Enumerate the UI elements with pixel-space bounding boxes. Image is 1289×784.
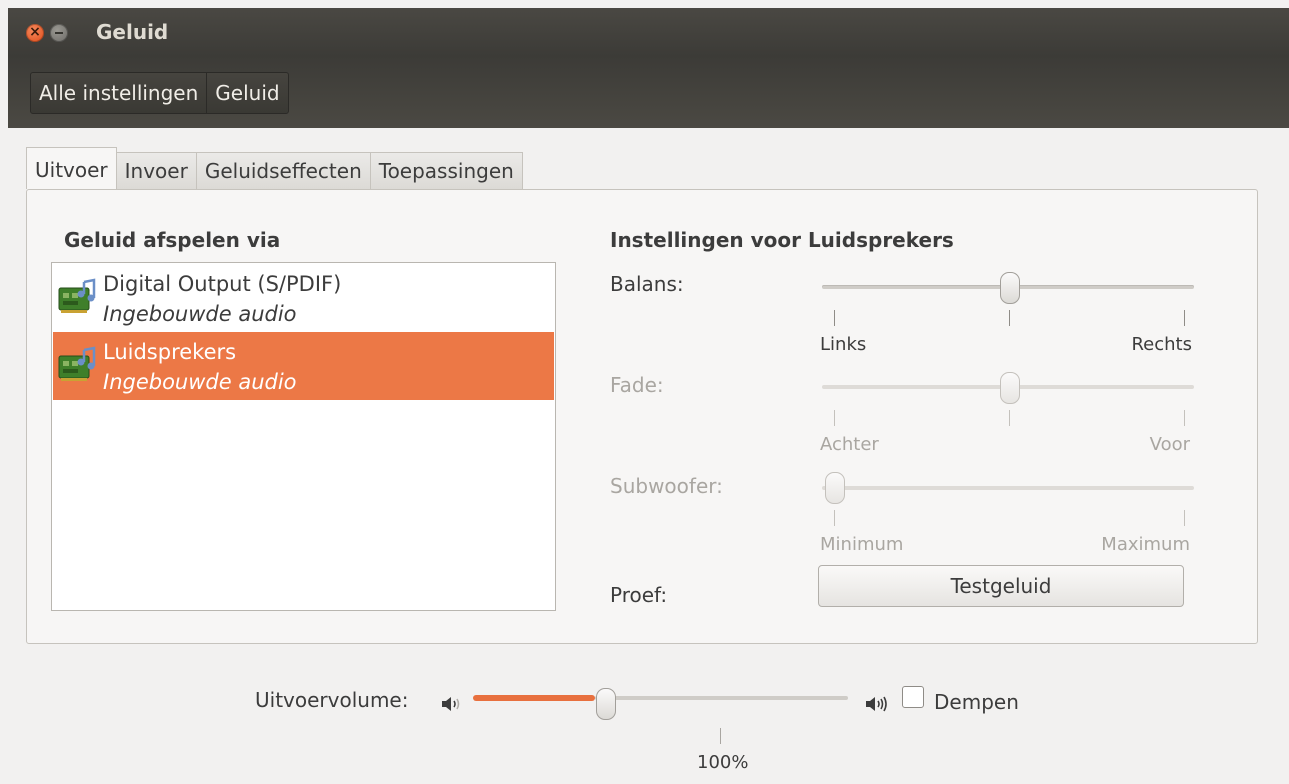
tab-sound-effects[interactable]: Geluidseffecten (195, 152, 371, 189)
device-subtitle: Ingebouwde audio (103, 302, 297, 326)
volume-value-label: 100% (697, 752, 749, 773)
subwoofer-tick-min (834, 510, 835, 526)
fade-tick-center (1009, 410, 1010, 426)
volume-slider-track[interactable] (595, 696, 848, 700)
mute-label[interactable]: Dempen (934, 690, 1019, 714)
fade-tick-min (834, 410, 835, 426)
crumb-sound[interactable]: Geluid (206, 73, 287, 113)
sound-card-icon (58, 278, 96, 313)
toolbar: Alle instellingen Geluid (8, 56, 1289, 128)
balance-min-label: Links (820, 334, 867, 355)
volume-label: Uitvoervolume: (255, 688, 409, 712)
subwoofer-label: Subwoofer: (610, 474, 723, 498)
fade-tick-max (1184, 410, 1185, 426)
fade-min-label: Achter (820, 434, 879, 455)
device-item-speakers[interactable]: Luidsprekers Ingebouwde audio (53, 332, 554, 400)
tab-applications[interactable]: Toepassingen (369, 152, 523, 189)
tab-input[interactable]: Invoer (115, 152, 197, 189)
subwoofer-slider-track (822, 486, 1194, 490)
volume-slider-handle[interactable] (595, 688, 616, 720)
title-bar[interactable]: Geluid (8, 8, 1289, 56)
test-sound-button[interactable]: Testgeluid (818, 565, 1184, 607)
window-title: Geluid (96, 20, 169, 44)
device-name: Digital Output (S/PDIF) (103, 272, 342, 296)
test-label: Proef: (610, 583, 668, 607)
fade-max-label: Voor (1149, 434, 1190, 455)
minimize-window-button[interactable] (50, 24, 68, 42)
balance-tick-min (834, 310, 835, 326)
subwoofer-tick-max (1184, 510, 1185, 526)
sound-card-icon (58, 346, 96, 381)
device-item-digital-output[interactable]: Digital Output (S/PDIF) Ingebouwde audio (53, 264, 554, 332)
subwoofer-min-label: Minimum (820, 534, 904, 555)
speaker-low-icon (442, 697, 460, 711)
volume-tick-100 (720, 728, 721, 744)
tab-output[interactable]: Uitvoer (26, 147, 117, 189)
balance-slider-handle[interactable] (1000, 272, 1020, 304)
speaker-high-icon (866, 696, 887, 712)
volume-slider-fill (473, 695, 595, 701)
mute-checkbox[interactable] (902, 686, 924, 708)
tab-bar: Uitvoer Invoer Geluidseffecten Toepassin… (26, 147, 523, 189)
device-name: Luidsprekers (103, 340, 237, 364)
balance-max-label: Rechts (1131, 334, 1192, 355)
settings-heading: Instellingen voor Luidsprekers (610, 228, 954, 252)
balance-tick-center (1009, 310, 1010, 326)
balance-label: Balans: (610, 272, 684, 296)
subwoofer-slider-handle (825, 472, 845, 504)
close-window-button[interactable] (26, 23, 44, 42)
breadcrumb: Alle instellingen Geluid (30, 72, 289, 114)
crumb-all-settings[interactable]: Alle instellingen (31, 73, 206, 113)
subwoofer-max-label: Maximum (1101, 534, 1190, 555)
balance-tick-max (1184, 310, 1185, 326)
fade-slider-handle (1000, 372, 1020, 404)
devices-heading: Geluid afspelen via (64, 228, 281, 252)
fade-label: Fade: (610, 373, 664, 397)
device-list[interactable]: Digital Output (S/PDIF) Ingebouwde audio… (51, 262, 556, 611)
device-subtitle: Ingebouwde audio (103, 370, 297, 394)
